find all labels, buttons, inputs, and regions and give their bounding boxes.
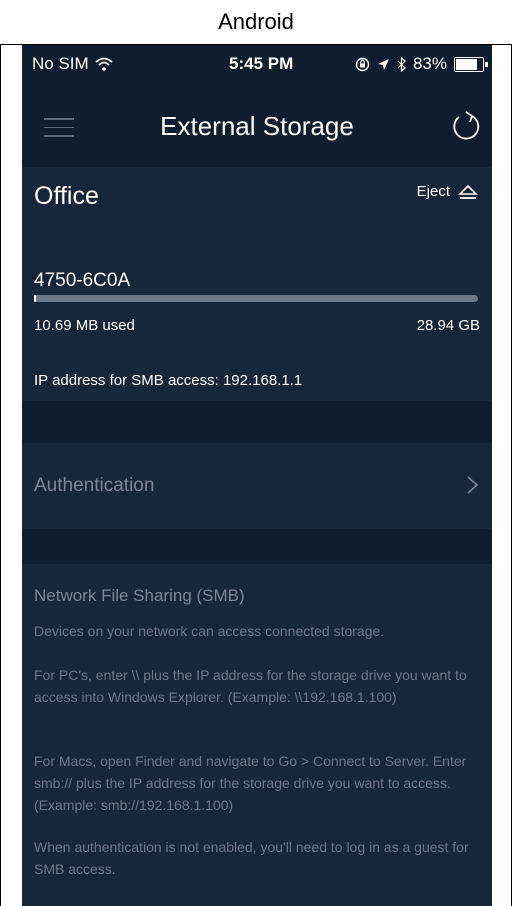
status-left: No SIM — [32, 54, 113, 74]
platform-label: Android — [0, 0, 512, 45]
eject-icon — [458, 184, 478, 199]
drive-name: Office — [34, 182, 99, 210]
storage-used: 10.69 MB used — [34, 317, 135, 334]
orientation-lock-icon — [355, 57, 370, 71]
storage-progress-fill — [34, 295, 37, 302]
battery-fill — [456, 58, 477, 70]
smb-paragraph: Devices on your network can access conne… — [34, 623, 385, 639]
battery-tip — [485, 61, 488, 67]
clock: 5:45 PM — [229, 54, 294, 73]
smb-title: Network File Sharing (SMB) — [34, 586, 245, 605]
eject-button[interactable]: Eject — [417, 183, 478, 200]
status-bar: No SIM 5:45 PM 83% — [22, 45, 492, 83]
app-header: External Storage — [22, 83, 492, 167]
phone-screen: No SIM 5:45 PM 83% External Storage Offi… — [22, 45, 492, 906]
smb-info-panel: Network File Sharing (SMB) Devices on yo… — [22, 564, 492, 906]
frame-border-left — [0, 44, 1, 906]
location-arrow-icon — [377, 58, 389, 70]
battery-icon — [454, 56, 488, 72]
storage-total: 28.94 GB — [416, 317, 480, 334]
smb-paragraph: For Macs, open Finder and navigate to Go… — [34, 753, 467, 813]
bluetooth-icon — [397, 56, 406, 72]
drive-panel: Office Eject 4750-6C0A 10.69 MB used 28.… — [22, 167, 492, 401]
storage-id: 4750-6C0A — [34, 270, 131, 291]
section-divider — [22, 529, 492, 564]
chevron-right-icon — [467, 476, 479, 494]
battery-percent: 83% — [412, 54, 447, 73]
smb-ip-address: IP address for SMB access: 192.168.1.1 — [34, 372, 303, 389]
status-right: 83% — [355, 54, 488, 74]
smb-paragraph: When authentication is not enabled, you'… — [34, 839, 469, 877]
authentication-row[interactable]: Authentication — [22, 443, 492, 529]
refresh-icon[interactable] — [448, 109, 482, 143]
storage-progress-bar — [34, 295, 478, 302]
page-title: External Storage — [160, 111, 354, 141]
smb-paragraph: For PC's, enter \\ plus the IP address f… — [34, 667, 467, 705]
wifi-icon — [95, 57, 113, 71]
carrier-text: No SIM — [32, 54, 89, 73]
authentication-label: Authentication — [34, 475, 155, 496]
eject-label: Eject — [416, 183, 450, 200]
section-divider — [22, 401, 492, 443]
